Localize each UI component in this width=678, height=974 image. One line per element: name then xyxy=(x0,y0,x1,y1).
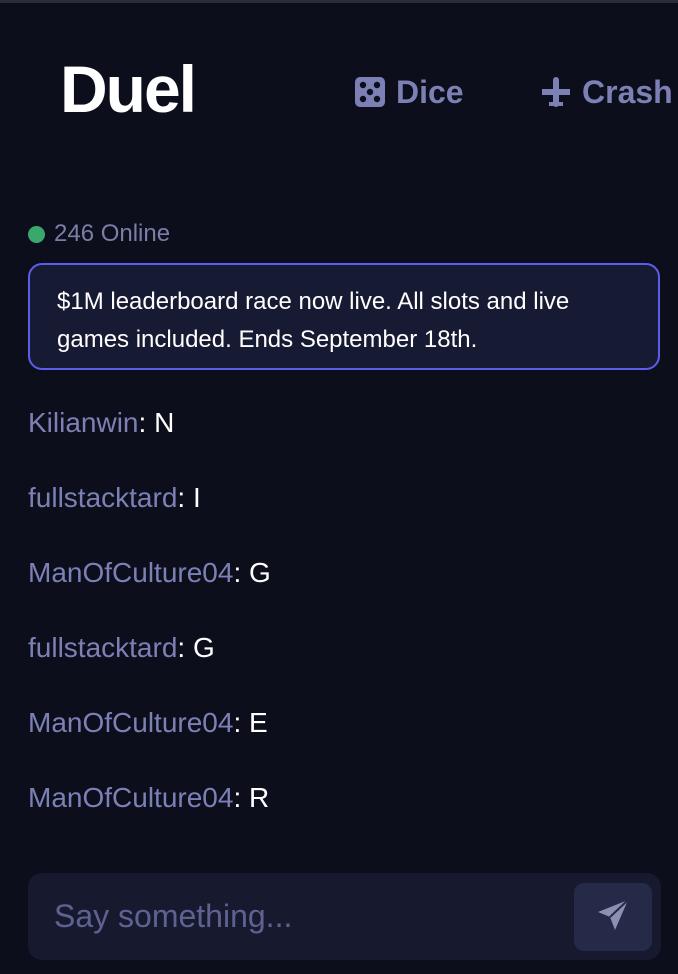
chat-message: fullstacktard: G xyxy=(28,629,658,667)
chat-separator: : xyxy=(233,782,249,813)
chat-message: ManOfCulture04: E xyxy=(28,704,658,742)
chat-separator: : xyxy=(138,407,155,438)
chat-message: fullstacktard: I xyxy=(28,479,658,517)
nav-dice-label: Dice xyxy=(396,73,464,110)
send-icon xyxy=(595,897,631,938)
chat-username[interactable]: fullstacktard xyxy=(28,632,177,663)
chat-username[interactable]: fullstacktard xyxy=(28,482,177,513)
chat-message-text: R xyxy=(249,782,270,813)
header: Duel Dice Crash xyxy=(0,52,678,132)
window-top-border xyxy=(0,0,678,3)
nav-crash[interactable]: Crash xyxy=(540,70,673,114)
chat-separator: : xyxy=(177,482,193,513)
chat-username[interactable]: ManOfCulture04 xyxy=(28,782,233,813)
chat-message-text: I xyxy=(192,482,201,513)
chat-username[interactable]: ManOfCulture04 xyxy=(28,707,233,738)
airplane-icon xyxy=(540,76,572,108)
chat-message: Kilianwin: N xyxy=(28,404,658,442)
nav-dice[interactable]: Dice xyxy=(354,70,464,114)
chat-messages: Kilianwin: N fullstacktard: I ManOfCultu… xyxy=(28,404,658,854)
logo[interactable]: Duel xyxy=(60,52,197,126)
chat-separator: : xyxy=(233,707,249,738)
chat-message: ManOfCulture04: G xyxy=(28,554,658,592)
chat-username[interactable]: ManOfCulture04 xyxy=(28,557,233,588)
online-count: 246 Online xyxy=(54,220,171,247)
dice-icon xyxy=(354,76,386,108)
online-status-dot xyxy=(28,225,45,243)
announcement-banner: $1M leaderboard race now live. All slots… xyxy=(28,263,660,370)
chat-separator: : xyxy=(233,557,249,588)
chat-input[interactable] xyxy=(28,873,568,960)
chat-input-bar xyxy=(28,873,661,960)
chat-separator: : xyxy=(177,632,193,663)
chat-username[interactable]: Kilianwin xyxy=(28,407,139,438)
chat-message-text: E xyxy=(249,707,268,738)
chat-message-text: G xyxy=(249,557,271,588)
chat-message-text: G xyxy=(192,632,215,663)
nav-crash-label: Crash xyxy=(582,73,673,110)
online-indicator: 246 Online xyxy=(28,220,170,248)
chat-message: ManOfCulture04: R xyxy=(28,779,658,817)
send-button[interactable] xyxy=(574,883,652,951)
chat-message-text: N xyxy=(154,407,175,438)
